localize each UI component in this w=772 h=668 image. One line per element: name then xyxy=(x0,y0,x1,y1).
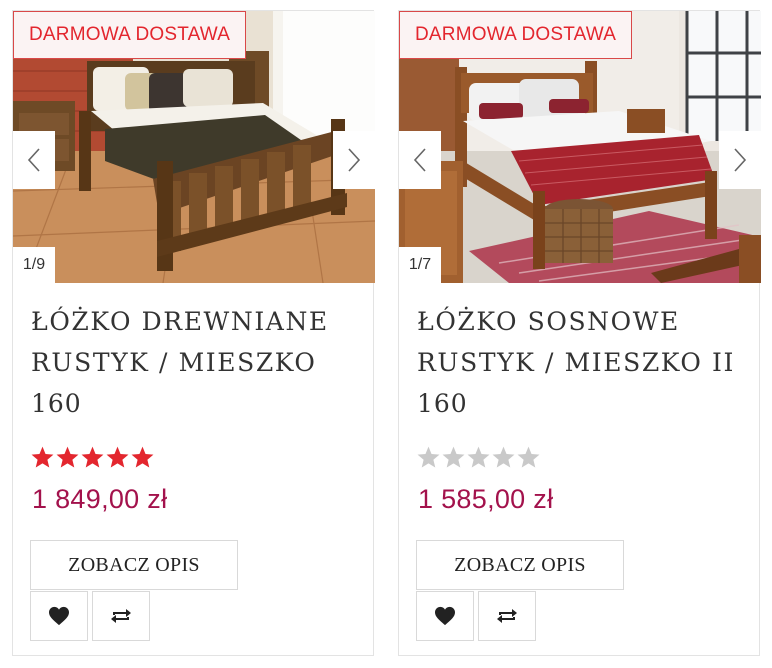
star-icon xyxy=(31,446,54,468)
rating-stars xyxy=(416,445,541,471)
product-title[interactable]: ŁÓŻKO SOSNOWE RUSTYK / MIESZKO II 160 xyxy=(417,301,747,424)
product-card: DARMOWA DOSTAWA 1/9 ŁÓŻKO DREWNIANE RUST… xyxy=(12,10,375,656)
previous-image-button[interactable] xyxy=(13,131,55,189)
add-to-wishlist-button[interactable] xyxy=(30,591,88,641)
compare-arrows-icon xyxy=(111,609,131,623)
previous-image-button[interactable] xyxy=(399,131,441,189)
chevron-left-icon xyxy=(27,148,40,172)
chevron-left-icon xyxy=(413,148,426,172)
product-title-line[interactable]: RUSTYK / MIESZKO xyxy=(31,342,361,383)
image-counter: 1/7 xyxy=(399,247,441,283)
image-counter: 1/9 xyxy=(13,247,55,283)
rating-stars xyxy=(30,445,155,471)
star-icon xyxy=(442,446,465,468)
star-icon xyxy=(417,446,440,468)
next-image-button[interactable] xyxy=(333,131,375,189)
free-delivery-badge: DARMOWA DOSTAWA xyxy=(13,11,247,59)
product-card: DARMOWA DOSTAWA 1/7 ŁÓŻKO SOSNOWE RUSTYK… xyxy=(398,10,761,656)
star-icon xyxy=(106,446,129,468)
chevron-right-icon xyxy=(734,148,747,172)
compare-arrows-icon xyxy=(497,609,517,623)
star-icon xyxy=(131,446,154,468)
star-icon xyxy=(81,446,104,468)
star-icon xyxy=(517,446,540,468)
product-image-carousel[interactable]: DARMOWA DOSTAWA 1/9 xyxy=(13,11,375,283)
view-description-button[interactable]: ZOBACZ OPIS xyxy=(416,540,624,590)
star-icon xyxy=(56,446,79,468)
heart-icon xyxy=(435,606,455,626)
star-icon xyxy=(467,446,490,468)
heart-icon xyxy=(49,606,69,626)
product-title-line[interactable]: RUSTYK / MIESZKO II xyxy=(417,342,747,383)
add-to-compare-button[interactable] xyxy=(92,591,150,641)
add-to-compare-button[interactable] xyxy=(478,591,536,641)
product-price: 1 585,00 zł xyxy=(418,484,554,514)
product-title[interactable]: ŁÓŻKO DREWNIANE RUSTYK / MIESZKO 160 xyxy=(31,301,361,424)
view-description-button[interactable]: ZOBACZ OPIS xyxy=(30,540,238,590)
product-price: 1 849,00 zł xyxy=(32,484,168,514)
product-title-line[interactable]: 160 xyxy=(417,383,747,424)
product-title-line[interactable]: ŁÓŻKO SOSNOWE xyxy=(417,301,747,342)
product-title-line[interactable]: ŁÓŻKO DREWNIANE xyxy=(31,301,361,342)
product-image-carousel[interactable]: DARMOWA DOSTAWA 1/7 xyxy=(399,11,761,283)
product-title-line[interactable]: 160 xyxy=(31,383,361,424)
chevron-right-icon xyxy=(348,148,361,172)
free-delivery-badge: DARMOWA DOSTAWA xyxy=(399,11,633,59)
star-icon xyxy=(492,446,515,468)
next-image-button[interactable] xyxy=(719,131,761,189)
add-to-wishlist-button[interactable] xyxy=(416,591,474,641)
